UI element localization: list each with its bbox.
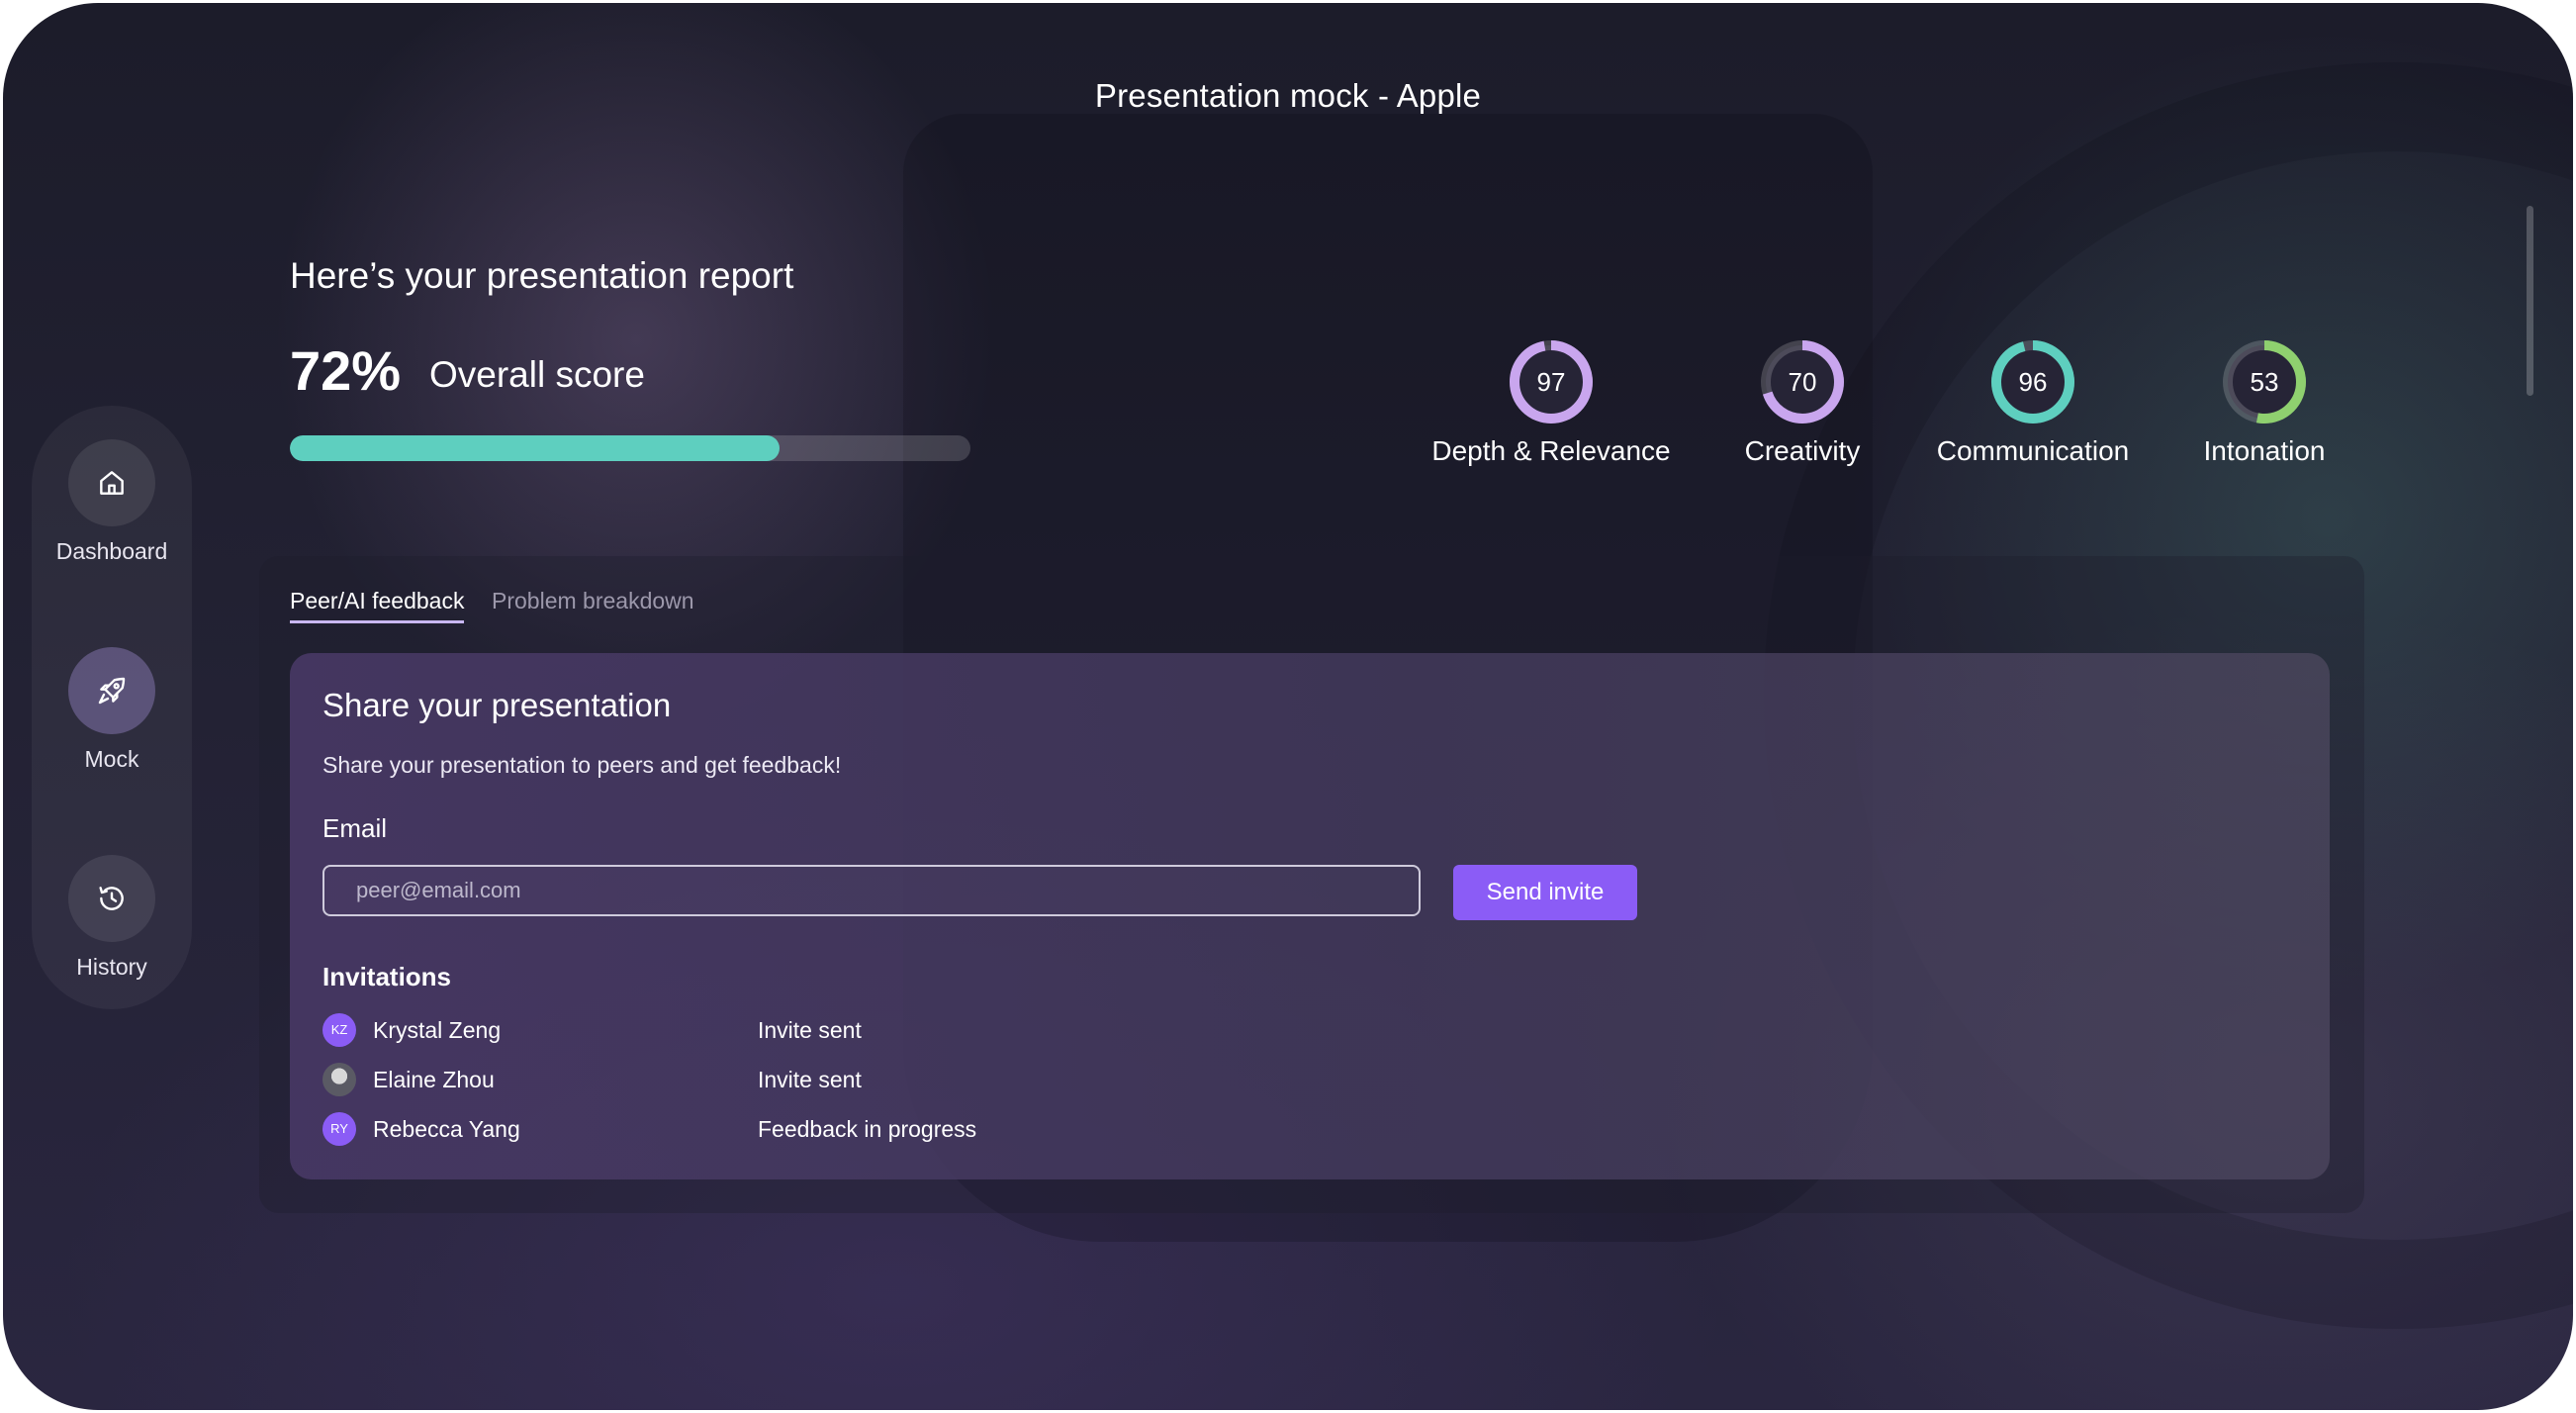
history-icon (68, 855, 155, 942)
report-heading: Here’s your presentation report (290, 255, 794, 296)
sidebar-item-label: Mock (84, 746, 139, 772)
progress-fill (290, 435, 781, 461)
rocket-icon (68, 647, 155, 734)
tab-problem-breakdown[interactable]: Problem breakdown (492, 588, 694, 620)
score-ring: 70 (1761, 340, 1844, 424)
sidebar: Dashboard Mock History (32, 406, 192, 1009)
overall-score-value: 72% (290, 339, 402, 402)
invitee-name: Krystal Zeng (373, 1017, 502, 1043)
home-icon (68, 439, 155, 526)
avatar (322, 1063, 356, 1096)
sidebar-item-label: History (76, 954, 147, 980)
sidebar-item-history[interactable]: History (32, 855, 192, 981)
sidebar-item-label: Dashboard (55, 538, 168, 564)
sidebar-item-dashboard[interactable]: Dashboard (32, 439, 192, 565)
invite-status: Invite sent (758, 1017, 862, 1043)
score-ring: 96 (1991, 340, 2074, 424)
share-title: Share your presentation (322, 687, 672, 723)
send-invite-button[interactable]: Send invite (1453, 865, 1637, 920)
share-subtitle: Share your presentation to peers and get… (322, 752, 842, 778)
tab-peer-ai-feedback[interactable]: Peer/AI feedback (290, 588, 465, 623)
avatar: KZ (322, 1013, 356, 1047)
invitee-name: Elaine Zhou (373, 1067, 495, 1092)
invite-status: Feedback in progress (758, 1116, 977, 1142)
metric-value: 96 (2019, 367, 2048, 397)
metric-label: Intonation (2203, 435, 2326, 466)
invitations-heading: Invitations (322, 962, 452, 991)
metric-value: 53 (2251, 367, 2279, 397)
overall-score-label: Overall score (429, 354, 645, 395)
overall-score-progress (290, 435, 970, 461)
invite-status: Invite sent (758, 1067, 862, 1092)
share-card (290, 653, 2330, 1179)
email-label: Email (322, 813, 388, 843)
invitation-row: Elaine Zhou Invite sent (322, 1063, 1312, 1096)
avatar: RY (322, 1112, 356, 1146)
score-ring: 97 (1510, 340, 1593, 424)
email-input[interactable] (322, 865, 1421, 916)
invitee-name: Rebecca Yang (373, 1116, 520, 1142)
score-ring: 53 (2223, 340, 2306, 424)
metric-value: 70 (1789, 367, 1817, 397)
scrollbar[interactable] (2527, 206, 2533, 396)
page-title: Presentation mock - Apple (1094, 77, 1482, 114)
invitation-row: RY Rebecca Yang Feedback in progress (322, 1112, 1312, 1146)
sidebar-item-mock[interactable]: Mock (32, 647, 192, 773)
invitation-row: KZ Krystal Zeng Invite sent (322, 1013, 1312, 1047)
metric-value: 97 (1537, 367, 1566, 397)
metric-intonation: 53 Intonation (2116, 338, 2413, 467)
